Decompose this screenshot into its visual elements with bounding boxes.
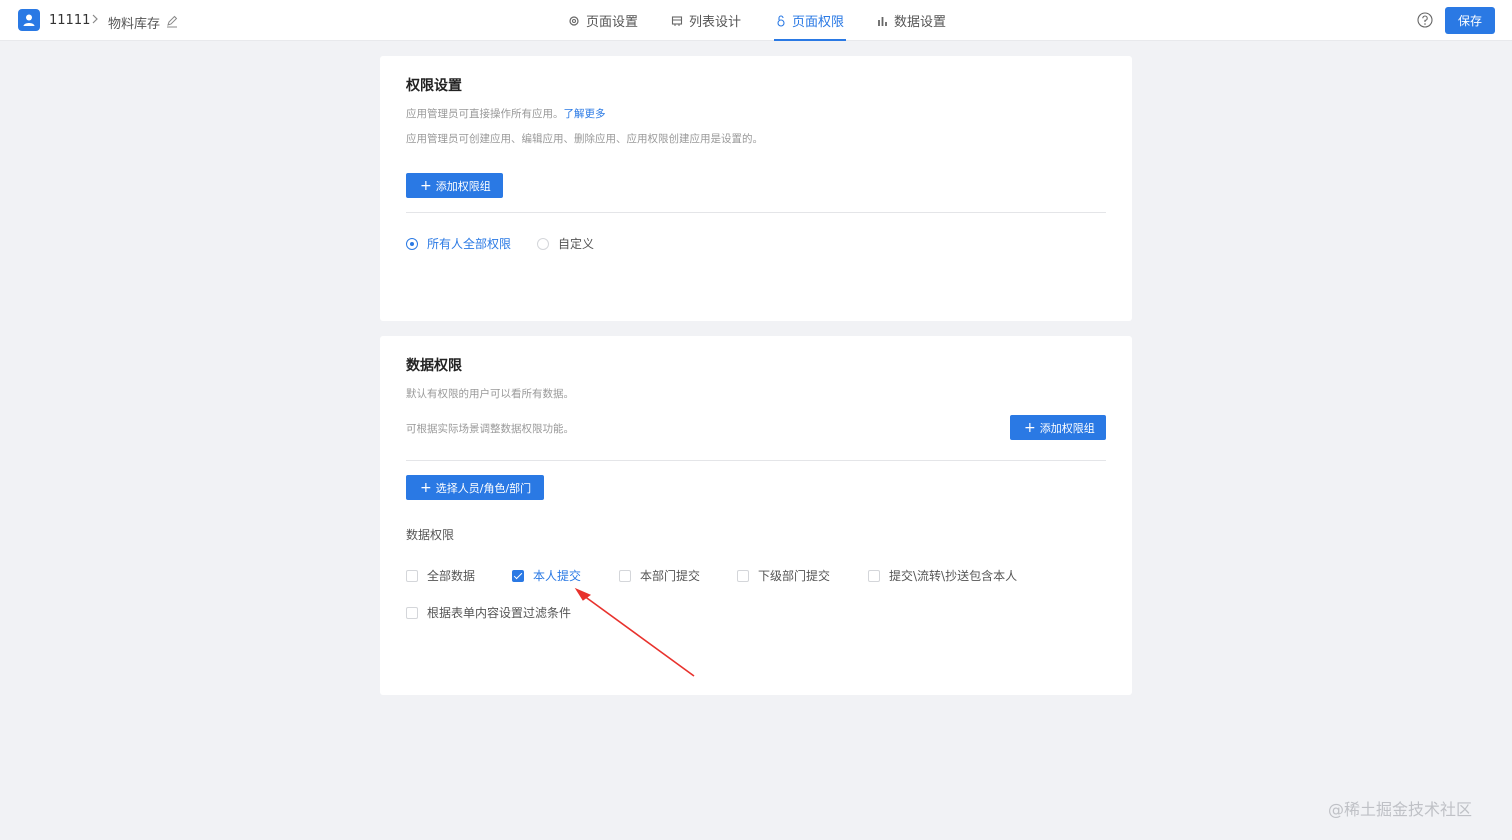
checkbox[interactable]: [512, 569, 524, 582]
data-permission-section-label: 数据权限: [406, 528, 455, 542]
checkbox-sub-department-submitted[interactable]: 下级部门提交: [737, 567, 830, 584]
checkbox-self-submitted[interactable]: 本人提交: [512, 567, 581, 584]
app-logo-icon[interactable]: [18, 9, 40, 31]
tab-list-design[interactable]: 列表设计: [671, 0, 741, 41]
checkbox-filter-conditions[interactable]: 根据表单内容设置过滤条件: [406, 604, 571, 621]
checkbox[interactable]: [868, 569, 880, 582]
radio-custom[interactable]: [537, 237, 550, 250]
checkbox-label: 本人提交: [533, 569, 582, 583]
page-name: 物料库存: [108, 17, 161, 32]
checkbox[interactable]: [619, 569, 631, 582]
permission-desc-2: 应用管理员可创建应用、编辑应用、删除应用、应用权限创建应用是设置的。: [406, 133, 763, 145]
tab-data-settings[interactable]: 数据设置: [877, 0, 946, 41]
help-icon[interactable]: [1417, 12, 1433, 32]
plus-icon: +: [1024, 419, 1036, 436]
radio-label-custom[interactable]: 自定义: [558, 235, 594, 252]
edit-icon[interactable]: [166, 13, 178, 32]
annotation-arrow-icon: [574, 587, 695, 677]
checkbox[interactable]: [406, 569, 418, 582]
checkbox-department-submitted[interactable]: 本部门提交: [619, 567, 700, 584]
checkbox-includes-self[interactable]: 提交\流转\抄送包含本人: [868, 567, 1017, 584]
radio-label-all-permissions[interactable]: 所有人全部权限: [427, 235, 511, 252]
app-name[interactable]: 11111: [49, 13, 90, 28]
top-bar: 11111 物料库存 页面设置 列表设计 页面权限 数据设置 保存: [0, 0, 1512, 41]
select-members-button[interactable]: + 选择人员/角色/部门: [406, 475, 544, 500]
gear-icon: [569, 15, 579, 26]
table-icon: [671, 15, 683, 26]
tab-page-permission[interactable]: 页面权限: [773, 0, 847, 41]
checkbox[interactable]: [737, 569, 749, 582]
checkbox-label: 提交\流转\抄送包含本人: [889, 569, 1018, 583]
plus-icon: +: [420, 479, 432, 496]
checkbox[interactable]: [406, 606, 418, 619]
checkbox-label: 根据表单内容设置过滤条件: [427, 606, 572, 620]
checkbox-label: 全部数据: [427, 569, 476, 583]
data-permission-title: 数据权限: [406, 358, 462, 374]
button-label: 添加权限组: [435, 179, 491, 193]
chart-icon: [878, 16, 887, 26]
add-data-permission-group-button[interactable]: + 添加权限组: [1010, 415, 1106, 440]
tab-label: 页面设置: [586, 15, 639, 30]
learn-more-link[interactable]: 了解更多: [564, 108, 606, 120]
permission-settings-card: 权限设置 应用管理员可直接操作所有应用。了解更多 应用管理员可创建应用、编辑应用…: [380, 56, 1132, 321]
watermark: @稀土掘金技术社区: [1328, 800, 1473, 819]
plus-icon: +: [420, 177, 432, 194]
permission-radio-group: 所有人全部权限 自定义: [406, 235, 594, 252]
divider: [406, 212, 1106, 213]
checkbox-label: 本部门提交: [640, 569, 701, 583]
checkbox-label: 下级部门提交: [758, 569, 831, 583]
save-button[interactable]: 保存: [1445, 7, 1495, 34]
checkbox-all-data[interactable]: 全部数据: [406, 567, 475, 584]
tab-label: 列表设计: [689, 15, 742, 30]
divider: [406, 460, 1106, 461]
permission-desc-1-text: 应用管理员可直接操作所有应用。: [406, 108, 564, 120]
tab-label: 数据设置: [894, 15, 947, 30]
tab-label: 页面权限: [792, 15, 845, 30]
permission-desc-1: 应用管理员可直接操作所有应用。了解更多: [406, 106, 606, 121]
radio-all-permissions[interactable]: [406, 237, 418, 250]
breadcrumb-separator-icon: [91, 13, 99, 28]
lock-icon: [777, 14, 785, 27]
data-permission-card: 数据权限 默认有权限的用户可以看所有数据。 可根据实际场景调整数据权限功能。 +…: [380, 336, 1132, 695]
tab-page-settings[interactable]: 页面设置: [568, 0, 638, 41]
permission-settings-title: 权限设置: [406, 78, 462, 94]
button-label: 选择人员/角色/部门: [435, 481, 532, 495]
button-label: 添加权限组: [1039, 421, 1095, 435]
data-permission-desc-1: 默认有权限的用户可以看所有数据。: [406, 388, 574, 400]
add-permission-group-button[interactable]: + 添加权限组: [406, 173, 503, 198]
data-permission-desc-2: 可根据实际场景调整数据权限功能。: [406, 423, 574, 435]
